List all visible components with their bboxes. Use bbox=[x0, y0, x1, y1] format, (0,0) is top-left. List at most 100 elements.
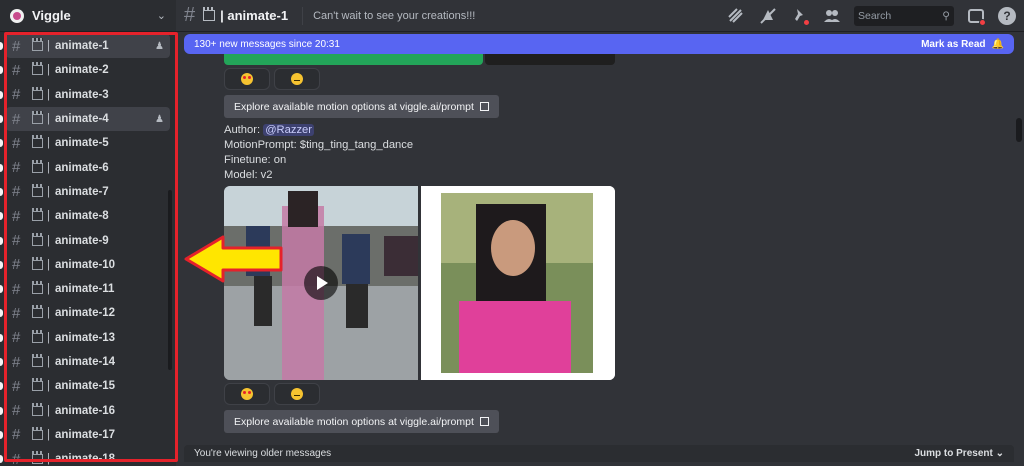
channel-separator: | bbox=[47, 331, 50, 344]
channel-name: animate-1 bbox=[55, 40, 109, 53]
clapperboard-icon bbox=[32, 281, 43, 295]
channel-item[interactable]: # | animate-8 bbox=[0, 204, 170, 228]
channel-separator: | bbox=[47, 453, 50, 466]
channel-item[interactable]: # | animate-4 ♟ bbox=[0, 106, 170, 132]
server-name: Viggle bbox=[32, 8, 71, 23]
hashtag-icon: # bbox=[12, 280, 21, 298]
channel-item[interactable]: # | animate-16 bbox=[0, 398, 170, 422]
hashtag-icon: # bbox=[12, 402, 21, 420]
reaction-star-struck-2[interactable] bbox=[224, 383, 270, 405]
hashtag-icon: # bbox=[184, 4, 196, 26]
explore-motion-label: Explore available motion options at vigg… bbox=[234, 415, 474, 428]
explore-motion-button-2[interactable]: Explore available motion options at vigg… bbox=[224, 410, 499, 433]
search-input[interactable]: Search ⚲ bbox=[854, 6, 954, 26]
channel-separator: | bbox=[47, 210, 50, 223]
channel-name: animate-11 bbox=[55, 283, 115, 296]
clapperboard-icon bbox=[32, 159, 43, 173]
channel-item[interactable]: # | animate-10 bbox=[0, 253, 170, 277]
channel-item[interactable]: # | animate-11 bbox=[0, 277, 170, 301]
unread-indicator bbox=[0, 236, 3, 245]
channel-name: animate-8 bbox=[55, 210, 109, 223]
jump-to-present-button[interactable]: Jump to Present ⌄ bbox=[914, 448, 1004, 459]
mark-as-read-button[interactable]: Mark as Read 🔔 bbox=[921, 39, 1004, 50]
message-author-line: Author: @Razzer bbox=[224, 124, 314, 136]
channel-name: animate-6 bbox=[55, 161, 109, 174]
unread-indicator bbox=[0, 309, 3, 318]
author-mention[interactable]: @Razzer bbox=[263, 124, 314, 136]
unread-indicator bbox=[0, 66, 3, 75]
reaction-star-struck[interactable] bbox=[224, 68, 270, 90]
explore-motion-button[interactable]: Explore available motion options at vigg… bbox=[224, 95, 499, 118]
star-struck-emoji-icon bbox=[241, 388, 253, 400]
messages-scrollbar[interactable] bbox=[1016, 118, 1022, 142]
hashtag-icon: # bbox=[12, 183, 21, 201]
channel-item[interactable]: # | animate-6 bbox=[0, 155, 170, 179]
channel-item[interactable]: # | animate-2 bbox=[0, 58, 170, 82]
motion-prompt-line: MotionPrompt: $ting_ting_tang_dance bbox=[224, 139, 414, 151]
channel-list: # | animate-1 ♟ # | animate-2 # | animate-3 # | anim… bbox=[0, 34, 170, 466]
server-header[interactable]: Viggle ⌄ bbox=[0, 0, 176, 32]
channel-item[interactable]: # | animate-13 bbox=[0, 326, 170, 350]
channel-item[interactable]: # | animate-18 bbox=[0, 447, 170, 466]
new-messages-bar[interactable]: 130+ new messages since 20:31 Mark as Re… bbox=[184, 34, 1014, 54]
clapperboard-icon bbox=[32, 183, 43, 197]
unread-indicator bbox=[0, 333, 3, 342]
search-placeholder: Search bbox=[858, 10, 892, 22]
inbox-icon[interactable] bbox=[966, 6, 986, 26]
previous-embed-image bbox=[224, 54, 483, 65]
reaction-neutral-2[interactable] bbox=[274, 383, 320, 405]
unread-indicator bbox=[0, 406, 3, 415]
channel-item[interactable]: # | animate-3 bbox=[0, 83, 170, 107]
clapperboard-icon bbox=[32, 38, 43, 52]
channel-separator: | bbox=[47, 283, 50, 296]
channel-item[interactable]: # | animate-7 bbox=[0, 180, 170, 204]
channel-item[interactable]: # | animate-5 bbox=[0, 131, 170, 155]
channel-name: animate-18 bbox=[55, 453, 116, 466]
unread-indicator bbox=[0, 139, 3, 148]
channel-name: animate-7 bbox=[55, 185, 109, 198]
image-attachment[interactable] bbox=[421, 186, 615, 380]
hashtag-icon: # bbox=[12, 61, 21, 79]
add-member-icon[interactable]: ♟ bbox=[155, 41, 164, 52]
hashtag-icon: # bbox=[12, 426, 21, 444]
finetune-line: Finetune: on bbox=[224, 154, 287, 166]
hashtag-icon: # bbox=[12, 353, 21, 371]
channel-name: animate-13 bbox=[55, 331, 116, 344]
clapperboard-icon bbox=[32, 426, 43, 440]
channel-item[interactable]: # | animate-1 ♟ bbox=[0, 34, 170, 59]
chevron-down-icon[interactable]: ⌄ bbox=[157, 9, 166, 22]
channel-header: # | animate-1 Can't wait to see your cre… bbox=[176, 0, 1024, 32]
add-member-icon[interactable]: ♟ bbox=[155, 114, 164, 125]
sidebar-scrollbar[interactable] bbox=[168, 190, 172, 370]
channel-title: | animate-1 bbox=[220, 8, 289, 23]
pinned-messages-icon[interactable] bbox=[790, 6, 810, 26]
notification-settings-icon[interactable] bbox=[758, 6, 778, 26]
channel-name: animate-10 bbox=[55, 258, 116, 271]
reaction-neutral[interactable] bbox=[274, 68, 320, 90]
channel-item[interactable]: # | animate-9 bbox=[0, 228, 170, 252]
clapperboard-icon bbox=[32, 329, 43, 343]
hashtag-icon: # bbox=[12, 450, 21, 466]
new-messages-text: 130+ new messages since 20:31 bbox=[194, 38, 340, 50]
clapperboard-icon bbox=[32, 305, 43, 319]
server-logo-icon bbox=[10, 8, 24, 23]
channel-topic[interactable]: Can't wait to see your creations!!! bbox=[313, 10, 475, 22]
channel-item[interactable]: # | animate-14 bbox=[0, 350, 170, 374]
header-divider bbox=[302, 6, 304, 25]
member-list-icon[interactable] bbox=[822, 6, 842, 26]
channel-separator: | bbox=[47, 88, 50, 101]
clapperboard-icon bbox=[32, 378, 43, 392]
channel-item[interactable]: # | animate-15 bbox=[0, 374, 170, 398]
channel-name: animate-15 bbox=[55, 380, 116, 393]
play-icon[interactable] bbox=[304, 266, 338, 300]
channel-item[interactable]: # | animate-12 bbox=[0, 301, 170, 325]
unread-indicator bbox=[0, 212, 3, 221]
threads-icon[interactable] bbox=[726, 6, 746, 26]
help-icon[interactable]: ? bbox=[998, 7, 1016, 25]
clapperboard-icon bbox=[32, 451, 43, 465]
channel-item[interactable]: # | animate-17 bbox=[0, 423, 170, 447]
hashtag-icon: # bbox=[12, 207, 21, 225]
channel-separator: | bbox=[47, 64, 50, 77]
channel-name: animate-17 bbox=[55, 428, 116, 441]
channel-separator: | bbox=[47, 40, 50, 53]
